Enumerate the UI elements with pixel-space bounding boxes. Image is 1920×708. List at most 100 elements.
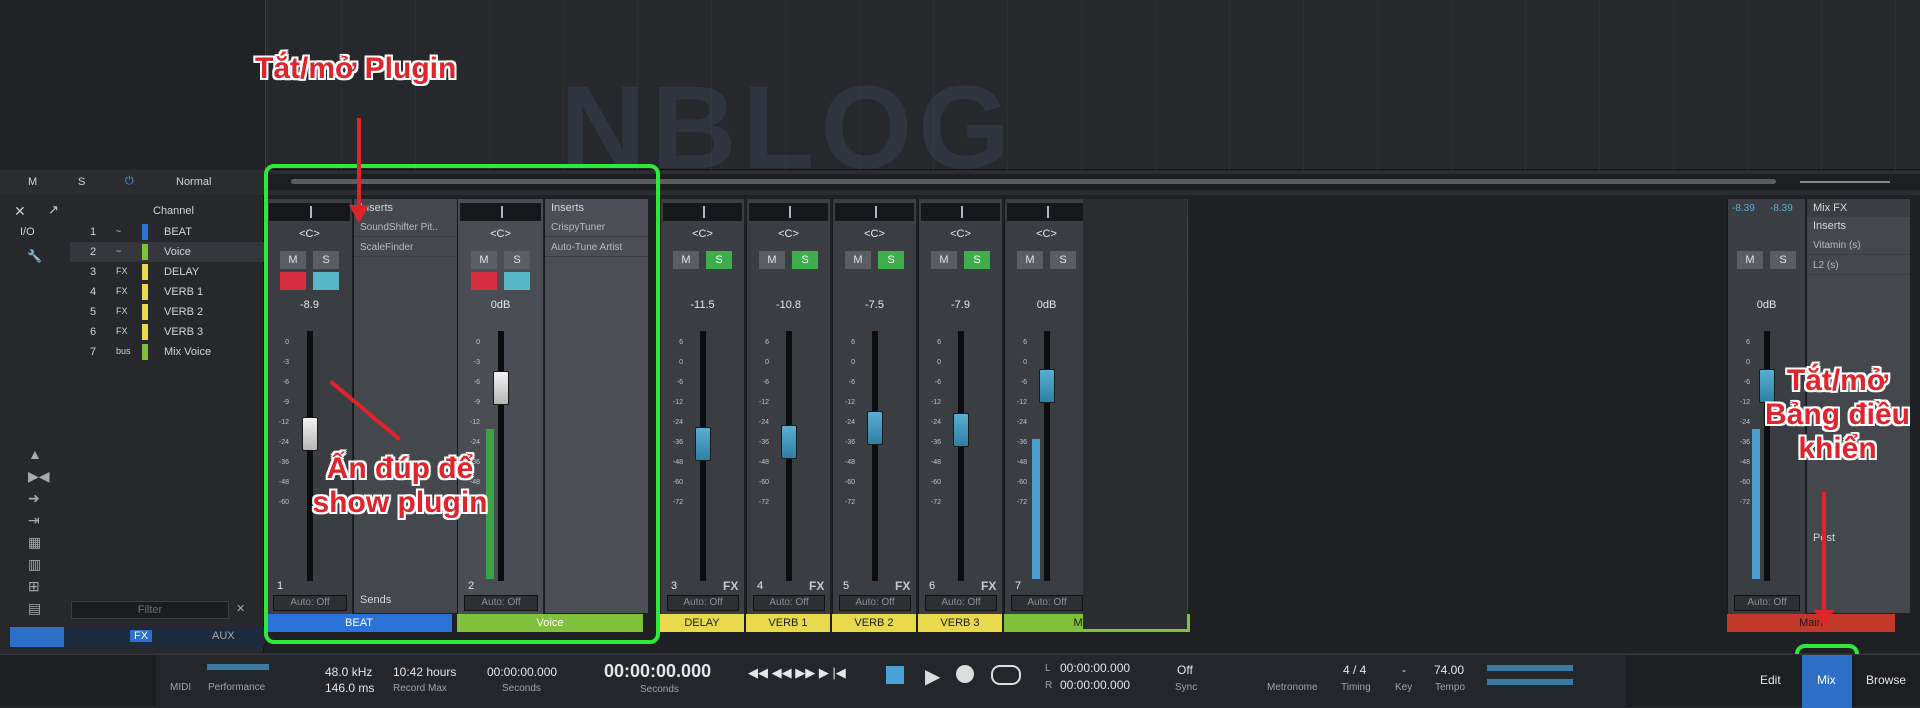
insert-slot[interactable]: L2 (s) [1807, 255, 1910, 275]
browse-button[interactable]: Browse [1866, 673, 1906, 687]
mute-all-button[interactable]: M [28, 176, 37, 188]
close-icon[interactable]: ✕ [14, 203, 26, 220]
play-button[interactable]: ▶ [925, 664, 940, 689]
automation-button[interactable]: Auto: Off [1011, 595, 1083, 611]
fader-cap[interactable] [953, 413, 969, 447]
automation-button[interactable]: Auto: Off [1734, 595, 1800, 611]
automation-button[interactable]: Auto: Off [925, 595, 997, 611]
volume-db[interactable]: -7.9 [919, 299, 1002, 311]
expand-icon[interactable]: ↗ [48, 202, 59, 218]
channel-label-verb3[interactable]: VERB 3 [918, 614, 1002, 632]
zoom-slider[interactable] [1800, 181, 1890, 183]
channel-row[interactable]: 3 FX DELAY [70, 262, 264, 282]
pan-value[interactable]: <C> [833, 228, 916, 240]
volume-db[interactable]: -10.8 [747, 299, 830, 311]
channel-row[interactable]: 7 bus Mix Voice [70, 342, 264, 362]
mix-fx-title[interactable]: Mix FX [1807, 199, 1910, 217]
insert-slot[interactable]: Vitamin (s) [1807, 235, 1910, 255]
transport-controls[interactable]: ◀◀ ◀◀ ▶▶ ▶ |◀ [748, 665, 846, 681]
channel-number: 3 [671, 580, 678, 592]
main-time[interactable]: 00:00:00.000 [604, 661, 711, 682]
pan-meter[interactable] [749, 203, 828, 221]
timing-value[interactable]: 4 / 4 [1343, 663, 1366, 677]
channel-row[interactable]: 5 FX VERB 2 [70, 302, 264, 322]
solo-button[interactable]: S [792, 251, 818, 269]
right-locator-time[interactable]: 00:00:00.000 [1060, 678, 1130, 692]
mute-button[interactable]: M [931, 251, 957, 269]
channel-label-delay[interactable]: DELAY [660, 614, 744, 632]
record-button[interactable] [956, 665, 974, 683]
arrow-shaft-mix [1822, 492, 1826, 612]
volume-db[interactable]: -7.5 [833, 299, 916, 311]
channel-number: 4 [757, 580, 764, 592]
pan-value[interactable]: <C> [1005, 228, 1088, 240]
record-max-label: Record Max [393, 683, 447, 694]
side-tool-icons[interactable]: ▲ ▶◀ ➜ ⇥ ▦ ▥ ⊞ ▤ [28, 443, 50, 619]
solo-button[interactable]: S [1770, 251, 1796, 269]
volume-db[interactable]: 0dB [1005, 299, 1088, 311]
mute-button[interactable]: M [1737, 251, 1763, 269]
main-time-label[interactable]: Seconds [640, 684, 679, 695]
pan-value[interactable]: <C> [919, 228, 1002, 240]
power-icon[interactable]: ⏻ [125, 175, 134, 188]
mute-button[interactable]: M [845, 251, 871, 269]
mode-select[interactable]: Normal [176, 176, 211, 188]
channel-label-verb1[interactable]: VERB 1 [746, 614, 830, 632]
mute-button[interactable]: M [673, 251, 699, 269]
channel-label-verb2[interactable]: VERB 2 [832, 614, 916, 632]
secondary-time[interactable]: 00:00:00.000 [487, 665, 557, 679]
channel-row[interactable]: 2 ~ Voice [70, 242, 264, 262]
fader-track[interactable] [958, 331, 964, 581]
fx-tab[interactable]: FX [130, 630, 153, 642]
mute-button[interactable]: M [1017, 251, 1043, 269]
inserts-header[interactable]: Inserts [1807, 217, 1910, 235]
sync-value[interactable]: Off [1177, 663, 1193, 677]
wrench-icon[interactable]: 🔧 [27, 249, 42, 263]
clear-filter-icon[interactable]: ✕ [236, 602, 245, 615]
automation-button[interactable]: Auto: Off [667, 595, 739, 611]
automation-button[interactable]: Auto: Off [839, 595, 911, 611]
io-button[interactable]: I/O [20, 226, 35, 238]
pan-value[interactable]: <C> [747, 228, 830, 240]
scale-tick: -36 [672, 439, 683, 446]
filter-input[interactable]: Filter [71, 601, 229, 619]
mix-button[interactable]: Mix [1802, 655, 1852, 708]
volume-db[interactable]: 0dB [1728, 299, 1805, 311]
solo-button[interactable]: S [964, 251, 990, 269]
channel-row[interactable]: 1 ~ BEAT [70, 222, 264, 242]
fader-track[interactable] [872, 331, 878, 581]
channel-row[interactable]: 4 FX VERB 1 [70, 282, 264, 302]
pan-meter[interactable] [921, 203, 1000, 221]
scale-tick: -6 [762, 379, 769, 386]
volume-db[interactable]: -11.5 [661, 299, 744, 311]
fader-cap[interactable] [781, 425, 797, 459]
stop-button[interactable] [886, 666, 904, 684]
fader-cap[interactable] [695, 427, 711, 461]
solo-all-button[interactable]: S [78, 176, 85, 188]
pan-meter[interactable] [1007, 203, 1086, 221]
channel-row[interactable]: 6 FX VERB 3 [70, 322, 264, 342]
list-view-button[interactable] [10, 627, 64, 647]
pan-value[interactable]: <C> [661, 228, 744, 240]
pan-meter[interactable] [663, 203, 742, 221]
scale-tick: -72 [672, 499, 683, 506]
scale-tick: -12 [930, 399, 941, 406]
solo-button[interactable]: S [1050, 251, 1076, 269]
pan-meter[interactable] [835, 203, 914, 221]
solo-button[interactable]: S [706, 251, 732, 269]
loop-button[interactable] [991, 665, 1021, 685]
db-scale: 6 0 -6 -12 -24 -36 -48 -60 -72 [839, 339, 855, 519]
solo-button[interactable]: S [878, 251, 904, 269]
tempo-value[interactable]: 74.00 [1434, 663, 1464, 677]
annotation-double-click: Ấn đúp để show plugin [312, 452, 488, 519]
track-column [0, 0, 266, 170]
edit-button[interactable]: Edit [1760, 673, 1781, 687]
fader-cap[interactable] [1039, 369, 1055, 403]
mute-button[interactable]: M [759, 251, 785, 269]
channel-label-main[interactable]: Main [1727, 614, 1895, 632]
key-value[interactable]: - [1402, 663, 1406, 677]
left-locator-time[interactable]: 00:00:00.000 [1060, 661, 1130, 675]
fader-cap[interactable] [867, 411, 883, 445]
aux-tab[interactable]: AUX [212, 630, 235, 642]
automation-button[interactable]: Auto: Off [753, 595, 825, 611]
